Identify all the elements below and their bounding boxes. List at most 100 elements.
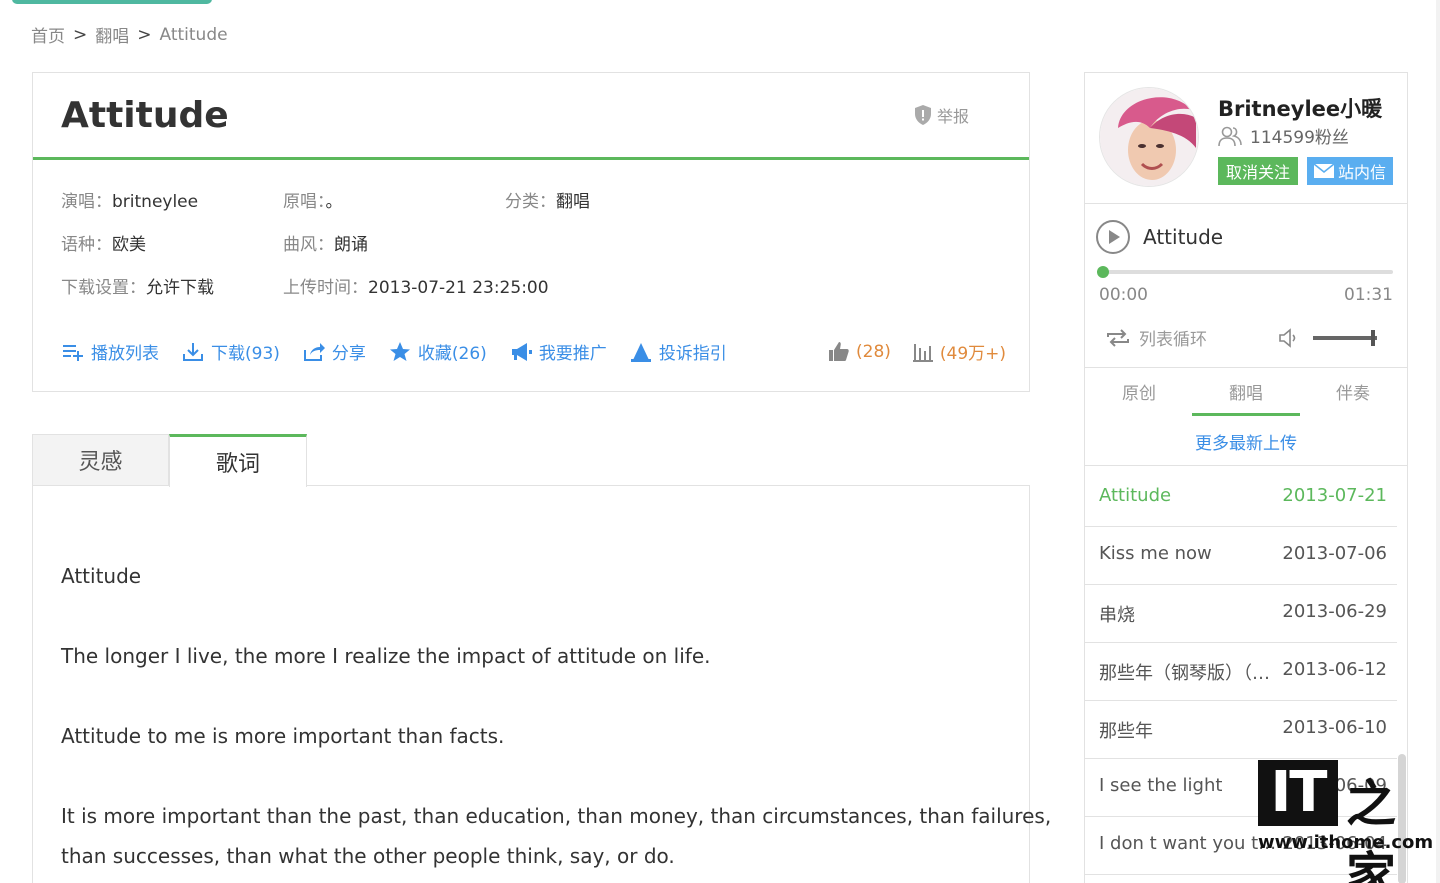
breadcrumb-separator: > <box>137 24 152 45</box>
download-label: 下载(93) <box>211 344 280 364</box>
side-tab-cover[interactable]: 翻唱 <box>1192 379 1300 404</box>
meta-label: 曲风： <box>283 235 334 255</box>
meta-label: 原唱： <box>283 192 326 212</box>
page-scroll-edge <box>1436 0 1440 883</box>
breadcrumb-home-link[interactable]: 首页 <box>31 22 65 47</box>
play-icon[interactable] <box>1095 219 1131 255</box>
upload-item[interactable]: 那些年 2013-06-10 <box>1085 701 1397 759</box>
singer-link[interactable]: britneylee <box>112 192 198 212</box>
ithome-watermark: IT 之家 www.ithome.com <box>1258 760 1433 883</box>
lyric-line: than successes, than what the other peop… <box>61 844 675 868</box>
song-info-card: Attitude 举报 演唱：britneylee 原唱：。 分类：翻唱 语种：… <box>32 72 1030 392</box>
breadcrumb-separator: > <box>73 24 88 45</box>
player-track-title: Attitude <box>1143 225 1224 249</box>
upload-name: 那些年 <box>1099 721 1153 742</box>
share-label: 分享 <box>331 344 366 364</box>
side-tab-indicator <box>1192 413 1300 416</box>
avatar-image <box>1100 88 1198 186</box>
action-bar: 播放列表 下载(93) 分享 收藏(26) 我要推广 投诉指引 <box>61 339 727 364</box>
upload-item[interactable]: 串烧 2013-06-29 <box>1085 585 1397 643</box>
breadcrumb: 首页 > 翻唱 > Attitude <box>31 22 228 48</box>
report-label: 举报 <box>937 107 970 126</box>
play-count-value: (49万+) <box>939 344 1007 364</box>
avatar[interactable] <box>1099 87 1199 187</box>
meta-value: 。 <box>325 192 343 212</box>
complaint-label: 投诉指引 <box>658 344 727 364</box>
breadcrumb-category-link[interactable]: 翻唱 <box>95 22 129 47</box>
upload-name: 串烧 <box>1099 605 1135 626</box>
divider <box>1085 367 1407 368</box>
content-tabs: 灵感 歌词 <box>32 434 1030 487</box>
side-tab-accompaniment[interactable]: 伴奏 <box>1299 379 1407 404</box>
download-icon <box>183 342 203 361</box>
repeat-icon <box>1107 328 1129 347</box>
tab-lyrics[interactable]: 歌词 <box>169 434 307 487</box>
star-icon <box>389 341 410 361</box>
megaphone-icon <box>511 342 532 361</box>
top-accent-bar <box>12 0 212 4</box>
fan-count: 114599粉丝 <box>1218 123 1349 148</box>
upload-name: Attitude <box>1099 485 1172 506</box>
bar-chart-icon <box>912 343 933 362</box>
meta-singer: 演唱：britneylee <box>61 187 198 212</box>
player-header: Attitude <box>1095 219 1223 255</box>
side-tab-original[interactable]: 原创 <box>1085 379 1193 404</box>
meta-value: 朗诵 <box>334 235 368 255</box>
unfollow-button[interactable]: 取消关注 <box>1218 157 1298 185</box>
meta-download-setting: 下载设置：允许下载 <box>61 273 214 298</box>
breadcrumb-current: Attitude <box>159 24 228 45</box>
favorite-label: 收藏(26) <box>417 344 487 364</box>
complaint-icon <box>630 342 651 362</box>
message-label: 站内信 <box>1337 165 1386 182</box>
meta-value: 2013-07-21 23:25:00 <box>368 278 549 298</box>
lyric-line: It is more important than the past, than… <box>61 804 1052 828</box>
upload-name: I don t want you to... <box>1099 833 1279 854</box>
volume-handle[interactable] <box>1371 330 1375 346</box>
watermark-cn: 之家 <box>1346 774 1396 883</box>
like-count: (28) <box>856 341 891 362</box>
fan-count-value: 114599粉丝 <box>1250 128 1349 148</box>
favorite-button[interactable]: 收藏(26) <box>388 339 487 364</box>
meta-value: 欧美 <box>112 235 146 255</box>
song-title: Attitude <box>61 95 229 136</box>
upload-name: I see the light <box>1099 775 1223 796</box>
volume-slider[interactable] <box>1313 336 1377 340</box>
upload-name: Kiss me now <box>1099 543 1212 564</box>
divider <box>1085 203 1407 204</box>
playlist-button[interactable]: 播放列表 <box>61 339 159 364</box>
watermark-url: www.ithome.com <box>1258 832 1434 853</box>
more-uploads-link[interactable]: 更多最新上传 <box>1085 429 1407 454</box>
report-button[interactable]: 举报 <box>911 103 969 127</box>
volume-icon[interactable] <box>1277 327 1299 349</box>
share-button[interactable]: 分享 <box>302 339 366 364</box>
total-time: 01:31 <box>1344 285 1393 305</box>
meta-label: 下载设置： <box>61 278 146 298</box>
playlist-add-icon <box>63 344 83 361</box>
message-button[interactable]: 站内信 <box>1307 157 1393 185</box>
divider <box>1085 465 1407 466</box>
meta-label: 语种： <box>61 235 112 255</box>
lyric-line: Attitude <box>61 564 142 588</box>
meta-original: 原唱：。 <box>283 187 343 212</box>
meta-label: 上传时间： <box>283 278 368 298</box>
upload-date: 2013-07-06 <box>1282 543 1387 564</box>
envelope-icon <box>1313 164 1334 178</box>
upload-date: 2013-06-10 <box>1282 717 1387 738</box>
upload-item[interactable]: Attitude 2013-07-21 <box>1085 469 1397 527</box>
meta-language: 语种：欧美 <box>61 230 146 255</box>
like-button[interactable]: (28) <box>827 339 891 364</box>
tab-inspiration[interactable]: 灵感 <box>32 434 169 486</box>
upload-item[interactable]: 那些年（钢琴版）（F… 2013-06-12 <box>1085 643 1397 701</box>
thumbs-up-icon <box>829 341 849 361</box>
download-button[interactable]: 下载(93) <box>181 339 280 364</box>
loop-mode-button[interactable]: 列表循环 <box>1105 325 1207 350</box>
meta-label: 演唱： <box>61 192 112 212</box>
progress-bar[interactable] <box>1097 266 1393 278</box>
upload-name: 那些年（钢琴版）（F… <box>1099 663 1279 684</box>
complaint-button[interactable]: 投诉指引 <box>629 339 727 364</box>
user-name[interactable]: Britneylee小暖 <box>1218 93 1382 123</box>
promote-button[interactable]: 我要推广 <box>509 339 607 364</box>
progress-handle[interactable] <box>1097 266 1109 278</box>
loop-mode-label: 列表循环 <box>1139 330 1207 350</box>
upload-item[interactable]: Kiss me now 2013-07-06 <box>1085 527 1397 585</box>
